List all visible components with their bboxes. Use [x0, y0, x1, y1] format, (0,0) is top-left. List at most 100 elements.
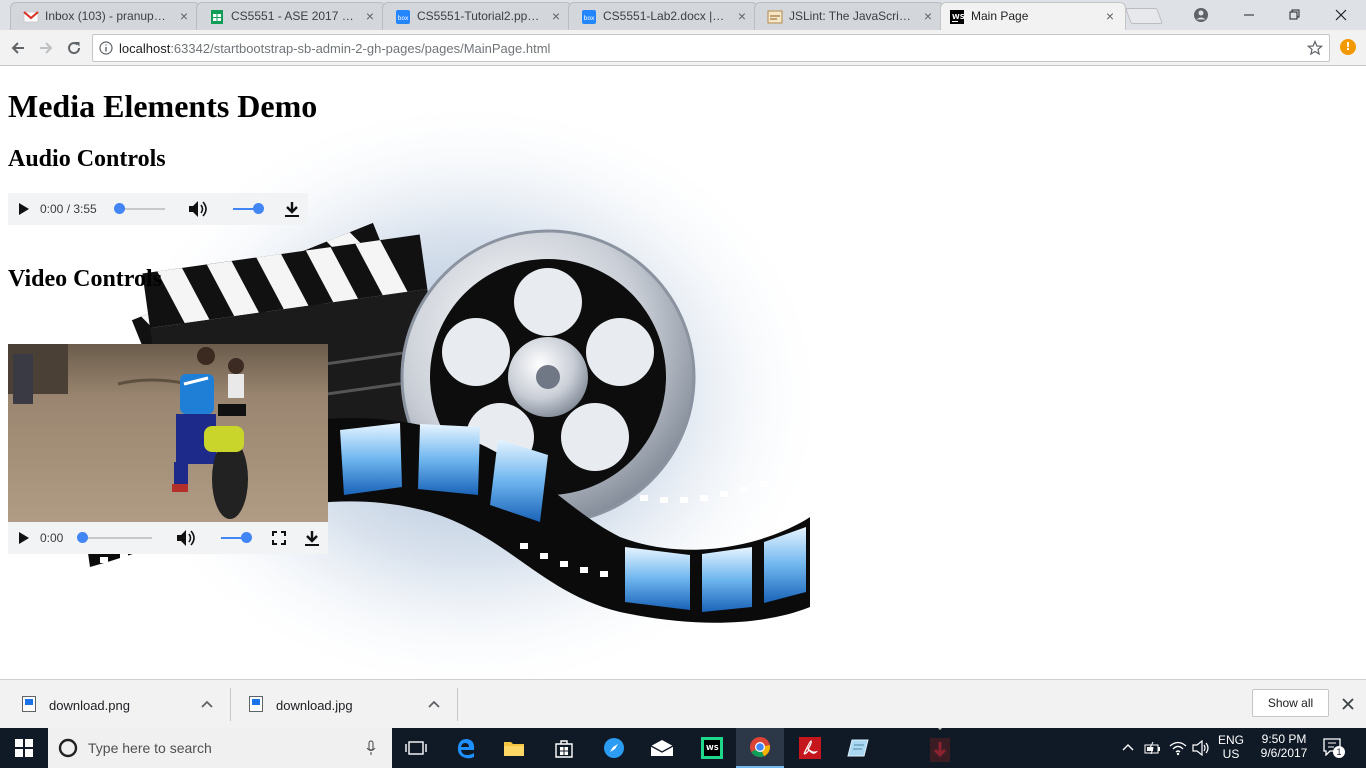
start-button[interactable]	[0, 728, 48, 768]
audio-play-button[interactable]	[16, 201, 32, 217]
back-button[interactable]	[6, 36, 30, 60]
star-icon[interactable]	[1307, 40, 1323, 56]
wifi-icon[interactable]	[1168, 740, 1188, 756]
extension-alert-icon[interactable]: !	[1340, 39, 1356, 55]
minimize-button[interactable]	[1226, 0, 1272, 30]
speaker-icon[interactable]	[1192, 740, 1210, 756]
volume-icon	[177, 530, 195, 546]
reload-icon	[68, 42, 81, 55]
volume-icon	[189, 201, 207, 217]
svg-text:WS: WS	[706, 744, 719, 752]
battery-icon[interactable]	[1144, 741, 1162, 755]
audio-volume-slider[interactable]	[233, 203, 264, 214]
download-filename: download.png	[49, 698, 130, 713]
microphone-icon[interactable]	[366, 740, 376, 756]
tab-sheets[interactable]: CS5551 - ASE 2017 Fall ×	[196, 2, 386, 30]
taskbar-webstorm[interactable]: WS	[688, 728, 736, 768]
taskbar-download-app[interactable]	[916, 728, 964, 768]
tab-close-icon[interactable]: ×	[363, 8, 377, 24]
video-still-image	[8, 344, 328, 522]
url-port: :63342	[170, 41, 211, 56]
taskbar-file-explorer[interactable]	[490, 728, 538, 768]
notification-count-badge: 1	[1333, 746, 1345, 758]
play-icon	[19, 203, 29, 215]
task-view-icon	[405, 741, 427, 755]
tab-title: JSLint: The JavaScript C	[789, 9, 913, 23]
restore-button[interactable]	[1272, 0, 1318, 30]
new-tab-button[interactable]	[1125, 8, 1163, 24]
audio-seek-thumb[interactable]	[114, 203, 125, 214]
taskbar-notes[interactable]	[834, 728, 882, 768]
show-all-button[interactable]: Show all	[1252, 689, 1329, 717]
audio-heading: Audio Controls	[8, 146, 166, 172]
taskbar-mail[interactable]	[638, 728, 686, 768]
taskbar-edge[interactable]	[442, 728, 490, 768]
download-item[interactable]: download.png	[0, 680, 230, 729]
fullscreen-button[interactable]	[271, 530, 287, 546]
audio-volume-thumb[interactable]	[253, 203, 264, 214]
tab-tutorial[interactable]: box CS5551-Tutorial2.pptx | ×	[382, 2, 572, 30]
tab-close-icon[interactable]: ×	[549, 8, 563, 24]
search-placeholder: Type here to search	[88, 740, 212, 756]
video-seek-slider[interactable]	[77, 532, 152, 543]
taskbar-acrobat[interactable]	[786, 728, 834, 768]
tab-close-icon[interactable]: ×	[177, 8, 191, 24]
url-port-path: :63342/startbootstrap-sb-admin-2-gh-page…	[170, 41, 550, 56]
page-viewport: Media Elements Demo Audio Controls 0:00 …	[0, 67, 1366, 679]
chevron-up-icon[interactable]	[200, 698, 214, 710]
video-frame[interactable]	[8, 344, 328, 522]
language-indicator[interactable]: ENG US	[1214, 733, 1248, 761]
reload-button[interactable]	[62, 36, 86, 60]
audio-download-button[interactable]	[283, 200, 301, 218]
info-icon[interactable]	[99, 41, 113, 55]
audio-player[interactable]: 0:00 / 3:55	[8, 193, 308, 225]
taskbar-search[interactable]: Type here to search	[48, 728, 392, 768]
minimize-icon	[1244, 14, 1254, 16]
profile-button[interactable]	[1178, 0, 1224, 30]
chevron-up-icon[interactable]	[1122, 742, 1134, 754]
tab-close-icon[interactable]: ×	[921, 8, 935, 24]
tab-close-icon[interactable]: ×	[1103, 8, 1117, 24]
video-player[interactable]: 0:00	[8, 344, 328, 554]
video-controls: 0:00	[8, 522, 328, 554]
audio-mute-button[interactable]	[188, 199, 208, 219]
taskbar-store[interactable]	[540, 728, 588, 768]
tab-jslint[interactable]: JSLint: The JavaScript C ×	[754, 2, 944, 30]
fullscreen-icon	[272, 531, 286, 545]
video-volume-thumb[interactable]	[241, 532, 252, 543]
window-close-button[interactable]	[1318, 0, 1364, 30]
address-bar[interactable]: localhost:63342/startbootstrap-sb-admin-…	[92, 34, 1330, 62]
video-time: 0:00	[40, 531, 64, 545]
forward-button[interactable]	[34, 36, 58, 60]
divider	[457, 688, 458, 721]
download-shelf: download.png download.jpg Show all	[0, 679, 1366, 728]
taskbar-safari[interactable]	[590, 728, 638, 768]
audio-seek-slider[interactable]	[114, 203, 165, 214]
action-center-button[interactable]: 1	[1322, 738, 1346, 758]
task-view-button[interactable]	[392, 728, 440, 768]
video-volume-slider[interactable]	[221, 532, 252, 543]
video-play-button[interactable]	[16, 530, 32, 546]
video-seek-thumb[interactable]	[77, 532, 88, 543]
tab-title: CS5551 - ASE 2017 Fall	[231, 9, 355, 23]
box-icon: box	[582, 10, 596, 24]
image-file-icon	[22, 696, 36, 712]
tab-gmail[interactable]: Inbox (103) - pranup3@ ×	[10, 2, 200, 30]
close-icon[interactable]	[1340, 696, 1356, 712]
clock[interactable]: 9:50 PM 9/6/2017	[1252, 732, 1316, 760]
webstorm-icon: WS	[701, 737, 723, 759]
audio-time: 0:00 / 3:55	[40, 202, 97, 216]
tab-close-icon[interactable]: ×	[735, 8, 749, 24]
video-mute-button[interactable]	[176, 528, 196, 548]
video-download-button[interactable]	[303, 529, 321, 547]
play-icon	[19, 532, 29, 544]
chevron-up-icon[interactable]	[427, 698, 441, 710]
page-title: Media Elements Demo	[8, 88, 318, 124]
taskbar-chrome[interactable]	[736, 728, 784, 768]
language-label: ENG	[1217, 733, 1244, 747]
folder-icon	[504, 742, 524, 756]
tab-lab2[interactable]: box CS5551-Lab2.docx | Po ×	[568, 2, 758, 30]
restore-icon	[1289, 9, 1300, 20]
tab-main-page[interactable]: WS Main Page ×	[940, 2, 1126, 30]
download-item[interactable]: download.jpg	[227, 680, 457, 729]
